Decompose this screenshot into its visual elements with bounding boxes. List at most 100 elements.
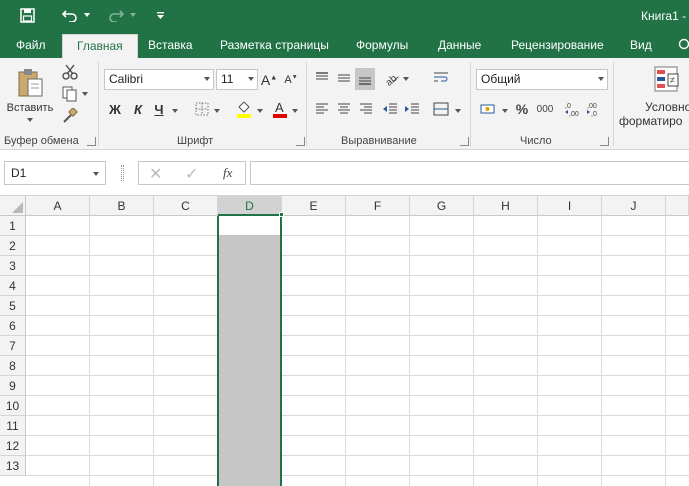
underline-button[interactable]: Ч [151, 98, 167, 120]
row-header-6[interactable]: 6 [0, 316, 26, 336]
chevron-down-icon[interactable] [172, 109, 178, 113]
font-size-select[interactable]: 11 [216, 69, 258, 90]
column-header-g[interactable]: G [410, 196, 474, 216]
wrap-text-button[interactable] [432, 68, 450, 88]
font-color-button[interactable]: A [270, 98, 290, 120]
column-header-h[interactable]: H [474, 196, 538, 216]
paste-button[interactable]: Вставить [4, 62, 56, 128]
align-top-button[interactable] [313, 68, 331, 88]
increase-indent-button[interactable] [403, 98, 421, 120]
alignment-launcher-icon[interactable] [460, 137, 469, 146]
column-header-e[interactable]: E [282, 196, 346, 216]
increase-decimal-button[interactable]: ,0,00 [564, 98, 582, 120]
row-header-4[interactable]: 4 [0, 276, 26, 296]
customize-qat-button[interactable] [152, 4, 168, 26]
row-header-1[interactable]: 1 [0, 216, 26, 236]
chevron-down-icon[interactable] [214, 109, 220, 113]
redo-button[interactable] [104, 4, 128, 26]
redo-dropdown[interactable] [128, 4, 138, 26]
tab-page-layout[interactable]: Разметка страницы [220, 32, 329, 58]
column-header-c[interactable]: C [154, 196, 218, 216]
selected-column-range[interactable] [217, 216, 282, 486]
column-header-j[interactable]: J [602, 196, 666, 216]
conditional-formatting-button[interactable]: ≠ Условно форматиро [618, 62, 689, 132]
align-bottom-button[interactable] [355, 68, 375, 90]
row-header-11[interactable]: 11 [0, 416, 26, 436]
row-header-5[interactable]: 5 [0, 296, 26, 316]
decrease-indent-button[interactable] [381, 98, 399, 120]
chevron-down-icon [82, 92, 88, 96]
increase-font-button[interactable]: A▲ [261, 69, 277, 90]
decrease-font-button[interactable]: A▼ [283, 69, 299, 90]
borders-button[interactable] [192, 98, 212, 120]
chevron-down-icon[interactable] [502, 109, 508, 113]
column-header-d[interactable]: D [218, 196, 282, 216]
enter-icon[interactable]: ✓ [185, 164, 198, 184]
formula-bar-grip[interactable] [121, 165, 124, 181]
number-format-select[interactable]: Общий [476, 69, 608, 90]
chevron-down-icon[interactable] [257, 109, 263, 113]
orientation-button[interactable]: ab [381, 68, 401, 88]
tab-data[interactable]: Данные [438, 32, 481, 58]
undo-button[interactable] [58, 4, 82, 26]
grid-line [26, 295, 689, 296]
active-cell[interactable] [219, 216, 280, 235]
row-header-9[interactable]: 9 [0, 376, 26, 396]
chevron-down-icon[interactable] [455, 109, 461, 113]
tab-view[interactable]: Вид [630, 32, 652, 58]
decrease-decimal-button[interactable]: ,00,0 [586, 98, 604, 120]
grid-line [26, 415, 689, 416]
italic-button[interactable]: К [129, 98, 147, 120]
tab-more-icon[interactable] [678, 32, 689, 58]
name-box[interactable]: D1 [4, 161, 106, 185]
chevron-down-icon[interactable] [403, 77, 409, 81]
chevron-down-icon[interactable] [292, 109, 298, 113]
row-header-8[interactable]: 8 [0, 356, 26, 376]
copy-button[interactable] [60, 84, 90, 104]
align-center-button[interactable] [335, 98, 353, 120]
accounting-format-button[interactable] [478, 98, 498, 120]
font-name-select[interactable]: Calibri [104, 69, 214, 90]
thousands-button[interactable]: 000 [535, 98, 555, 120]
save-icon [19, 7, 35, 23]
format-painter-button[interactable] [60, 106, 80, 126]
tab-formulas[interactable]: Формулы [356, 32, 408, 58]
font-launcher-icon[interactable] [296, 137, 305, 146]
formula-buttons: ✕ ✓ fx [138, 161, 246, 185]
select-all-button[interactable] [0, 196, 26, 216]
formula-input[interactable] [250, 161, 689, 185]
row-header-10[interactable]: 10 [0, 396, 26, 416]
tab-home[interactable]: Главная [62, 34, 138, 58]
align-right-button[interactable] [357, 98, 375, 120]
cancel-icon[interactable]: ✕ [149, 164, 162, 184]
bold-button[interactable]: Ж [106, 98, 124, 120]
merge-center-button[interactable] [432, 98, 450, 120]
insert-function-button[interactable]: fx [223, 165, 232, 181]
row-header-12[interactable]: 12 [0, 436, 26, 456]
grid-line [26, 315, 689, 316]
number-launcher-icon[interactable] [600, 137, 609, 146]
row-header-2[interactable]: 2 [0, 236, 26, 256]
align-middle-button[interactable] [335, 68, 353, 88]
increase-decimal-icon: ,0,00 [565, 103, 579, 117]
tab-insert[interactable]: Вставка [148, 32, 193, 58]
percent-button[interactable]: % [513, 98, 531, 120]
save-button[interactable] [16, 4, 38, 26]
column-header-a[interactable]: A [26, 196, 90, 216]
column-header-f[interactable]: F [346, 196, 410, 216]
tab-review[interactable]: Рецензирование [511, 32, 604, 58]
column-header-next[interactable] [666, 196, 689, 216]
row-header-13[interactable]: 13 [0, 456, 26, 476]
column-header-i[interactable]: I [538, 196, 602, 216]
row-header-3[interactable]: 3 [0, 256, 26, 276]
undo-dropdown[interactable] [82, 4, 92, 26]
align-left-button[interactable] [313, 98, 331, 120]
tab-file[interactable]: Файл [16, 32, 46, 58]
fill-color-button[interactable] [234, 98, 254, 120]
clipboard-launcher-icon[interactable] [87, 137, 96, 146]
fill-handle[interactable] [279, 212, 284, 217]
row-header-7[interactable]: 7 [0, 336, 26, 356]
column-header-b[interactable]: B [90, 196, 154, 216]
cut-button[interactable] [60, 62, 80, 82]
merge-icon [433, 102, 449, 116]
